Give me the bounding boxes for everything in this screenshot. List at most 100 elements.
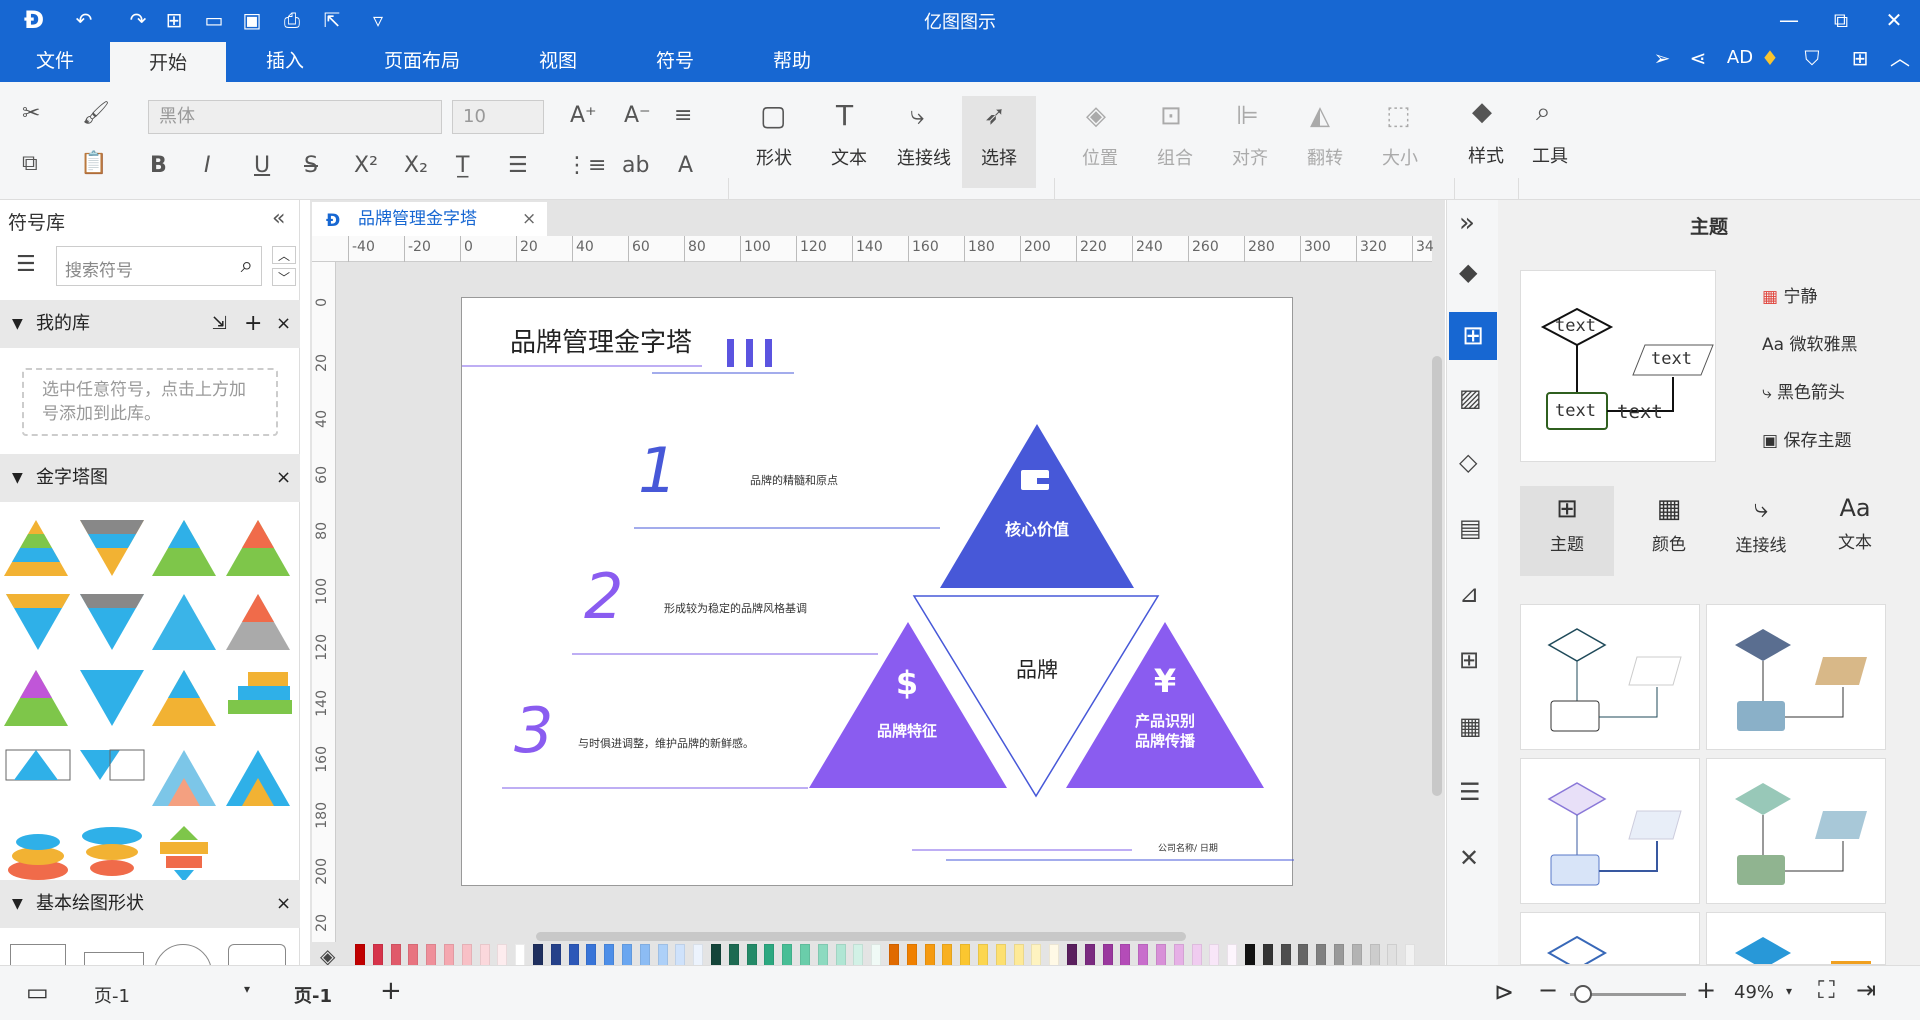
- expand-panel-icon[interactable]: »: [1459, 208, 1475, 238]
- pyramid-symbol-grid[interactable]: [0, 510, 300, 880]
- color-swatch[interactable]: [853, 944, 864, 966]
- fill-style-icon[interactable]: ◆: [1459, 258, 1477, 286]
- apps-icon[interactable]: ⊞: [1846, 44, 1874, 72]
- color-swatch[interactable]: [1084, 944, 1095, 966]
- layers-icon[interactable]: ◇: [1459, 448, 1477, 476]
- font-size-select[interactable]: 10: [452, 100, 544, 134]
- superscript-icon[interactable]: X²: [354, 152, 378, 180]
- size-button-label[interactable]: 大小: [1365, 144, 1435, 170]
- color-swatch[interactable]: [942, 944, 953, 966]
- scroll-up-icon[interactable]: ︿: [272, 246, 296, 264]
- color-swatch[interactable]: [1209, 944, 1220, 966]
- text-icon[interactable]: T: [836, 102, 853, 130]
- basic-shape-rect[interactable]: [10, 944, 66, 966]
- shuffle-icon[interactable]: ✕: [1459, 844, 1479, 872]
- color-swatch[interactable]: [568, 944, 579, 966]
- send-icon[interactable]: ➢: [1648, 44, 1676, 72]
- chart-icon[interactable]: ⊿: [1459, 580, 1479, 608]
- theme-option-save[interactable]: ▣ 保存主题: [1762, 426, 1851, 451]
- color-swatch[interactable]: [1049, 944, 1060, 966]
- theme-preview[interactable]: text text text text: [1520, 270, 1716, 462]
- select-button-label[interactable]: 选择: [964, 144, 1034, 170]
- slide-title[interactable]: 品牌管理金字塔: [510, 322, 692, 359]
- zoom-slider-handle[interactable]: [1574, 985, 1592, 1003]
- zoom-out-icon[interactable]: −: [1538, 976, 1558, 1004]
- close-section-icon[interactable]: ×: [276, 880, 291, 928]
- color-palette[interactable]: [355, 944, 1425, 966]
- tab-page-layout[interactable]: 页面布局: [370, 40, 474, 82]
- color-swatch[interactable]: [1334, 944, 1344, 966]
- font-grow-icon[interactable]: A⁺: [570, 102, 597, 130]
- zoom-level[interactable]: 49%: [1734, 982, 1774, 1003]
- color-swatch[interactable]: [1173, 944, 1184, 966]
- play-icon[interactable]: ⊳: [1494, 978, 1514, 1006]
- tab-insert[interactable]: 插入: [250, 40, 320, 82]
- right-triangle-label-1[interactable]: 产品识别: [1122, 710, 1208, 731]
- color-swatch[interactable]: [1191, 944, 1202, 966]
- color-swatch[interactable]: [639, 944, 650, 966]
- color-swatch[interactable]: [746, 944, 757, 966]
- bold-icon[interactable]: B: [150, 152, 167, 180]
- table-icon[interactable]: ⊞: [1459, 646, 1479, 674]
- color-swatch[interactable]: [444, 944, 454, 966]
- my-library-header[interactable]: ▼ 我的库 ⇲ + ×: [0, 300, 300, 348]
- color-swatch[interactable]: [1387, 944, 1398, 966]
- tab-file[interactable]: 文件: [20, 40, 90, 82]
- color-swatch[interactable]: [533, 944, 543, 966]
- theme-card[interactable]: [1520, 912, 1700, 965]
- line-spacing-icon[interactable]: ☰: [508, 152, 528, 180]
- theme-option-font[interactable]: Aa 微软雅黑: [1762, 330, 1857, 355]
- italic-icon[interactable]: I: [204, 152, 211, 180]
- page-tab-active[interactable]: 页-1: [294, 982, 332, 1008]
- color-swatch[interactable]: [426, 944, 437, 966]
- fit-page-icon[interactable]: ⛶: [1818, 976, 1835, 1004]
- color-swatch[interactable]: [906, 944, 917, 966]
- collapse-panel-icon[interactable]: «: [272, 206, 285, 231]
- tools-icon[interactable]: ⌕: [1536, 98, 1551, 126]
- font-shrink-icon[interactable]: A⁻: [624, 102, 651, 130]
- center-label[interactable]: 品牌: [997, 654, 1077, 684]
- color-swatch[interactable]: [461, 944, 472, 966]
- font-color-icon[interactable]: A: [678, 152, 693, 180]
- font-family-select[interactable]: 黑体: [148, 100, 442, 134]
- align-objects-icon[interactable]: ⊫: [1236, 102, 1259, 130]
- color-swatch[interactable]: [1369, 944, 1380, 966]
- color-swatch[interactable]: [782, 944, 793, 966]
- share-icon[interactable]: ⋖: [1684, 44, 1712, 72]
- color-swatch[interactable]: [835, 944, 846, 966]
- color-swatch[interactable]: [871, 944, 882, 966]
- color-swatch[interactable]: [479, 944, 490, 966]
- scroll-down-icon[interactable]: ﹀: [272, 268, 296, 286]
- left-triangle-label[interactable]: 品牌特征: [862, 720, 952, 741]
- color-swatch[interactable]: [586, 944, 597, 966]
- search-icon[interactable]: ⌕: [241, 253, 253, 278]
- position-button-label[interactable]: 位置: [1065, 144, 1135, 170]
- select-pointer-icon[interactable]: ➶: [984, 102, 1006, 130]
- org-icon[interactable]: ▦: [1459, 712, 1482, 740]
- account-avatar[interactable]: AD: [1720, 44, 1760, 72]
- color-swatch[interactable]: [817, 944, 828, 966]
- image-icon[interactable]: ▨: [1459, 384, 1482, 412]
- item-number-1[interactable]: 1: [638, 440, 677, 502]
- copy-icon[interactable]: ⧉: [22, 150, 38, 178]
- theme-tab-text[interactable]: Aa 文本: [1808, 486, 1902, 576]
- color-swatch[interactable]: [1351, 944, 1362, 966]
- color-swatch[interactable]: [390, 944, 401, 966]
- color-swatch[interactable]: [1067, 944, 1077, 966]
- document-tab[interactable]: Ɖ 品牌管理金字塔 ×: [312, 202, 547, 236]
- group-icon[interactable]: ⊡: [1160, 102, 1182, 130]
- text-button-label[interactable]: 文本: [814, 144, 884, 170]
- add-icon[interactable]: +: [244, 300, 262, 348]
- tab-help[interactable]: 帮助: [757, 40, 827, 82]
- page-view-icon[interactable]: ▭: [26, 978, 49, 1006]
- theme-card[interactable]: [1520, 758, 1700, 904]
- color-swatch[interactable]: [764, 944, 775, 966]
- color-swatch[interactable]: [1013, 944, 1024, 966]
- minimize-icon[interactable]: —: [1775, 6, 1803, 34]
- color-swatch[interactable]: [372, 944, 383, 966]
- horizontal-scrollbar[interactable]: [536, 932, 1186, 941]
- style-button-label[interactable]: 样式: [1451, 142, 1521, 168]
- chevron-down-icon[interactable]: ▾: [1786, 984, 1792, 998]
- color-swatch[interactable]: [924, 944, 935, 966]
- tab-view[interactable]: 视图: [520, 40, 596, 82]
